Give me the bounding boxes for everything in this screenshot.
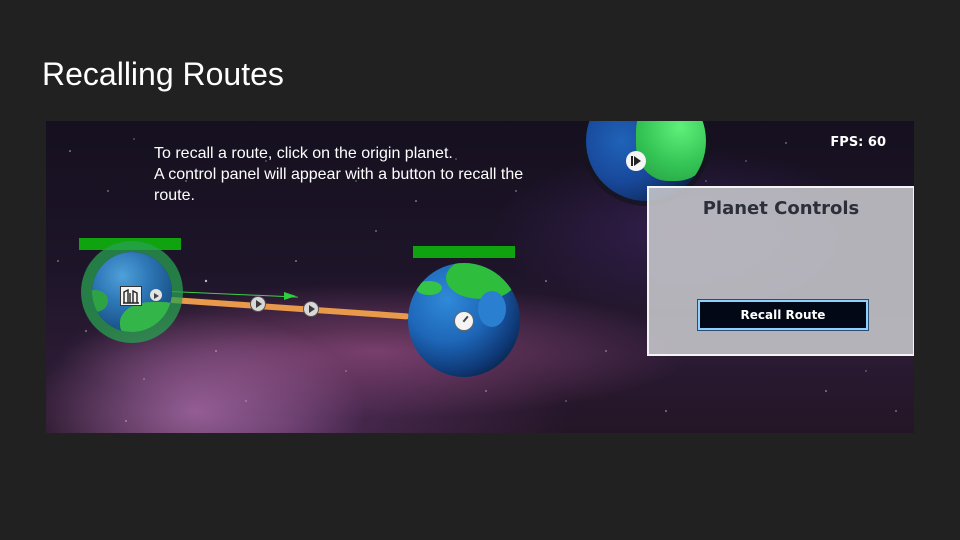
recall-route-button[interactable]: Recall Route — [698, 300, 868, 330]
planet-land — [636, 121, 706, 181]
instruction-line-3: route. — [154, 187, 195, 204]
launch-icon[interactable] — [150, 289, 162, 301]
instruction-line-1: To recall a route, click on the origin p… — [154, 145, 453, 162]
game-view[interactable]: To recall a route, click on the origin p… — [46, 121, 914, 433]
slide-title: Recalling Routes — [42, 56, 284, 92]
planet-land — [92, 290, 108, 312]
planet-ocean — [478, 291, 506, 327]
route-arrow-icon — [284, 292, 296, 300]
planet-land — [446, 263, 516, 299]
building-icon-glyph — [123, 288, 139, 304]
dial-icon[interactable] — [454, 311, 474, 331]
panel-title: Planet Controls — [702, 198, 860, 219]
instructions-text: To recall a route, click on the origin p… — [154, 143, 604, 206]
fps-counter: FPS: 60 — [830, 135, 886, 150]
ship-icon — [303, 301, 319, 317]
origin-health-bar — [79, 238, 181, 250]
launch-icon-glyph — [154, 293, 159, 299]
target-health-bar — [413, 246, 515, 258]
building-icon[interactable] — [120, 286, 142, 306]
play-icon[interactable] — [626, 151, 646, 171]
planet-controls-panel: Planet Controls Recall Route — [647, 186, 914, 356]
planet-land — [416, 281, 442, 295]
instruction-line-2: A control panel will appear with a butto… — [154, 166, 524, 183]
ship-icon — [250, 296, 266, 312]
